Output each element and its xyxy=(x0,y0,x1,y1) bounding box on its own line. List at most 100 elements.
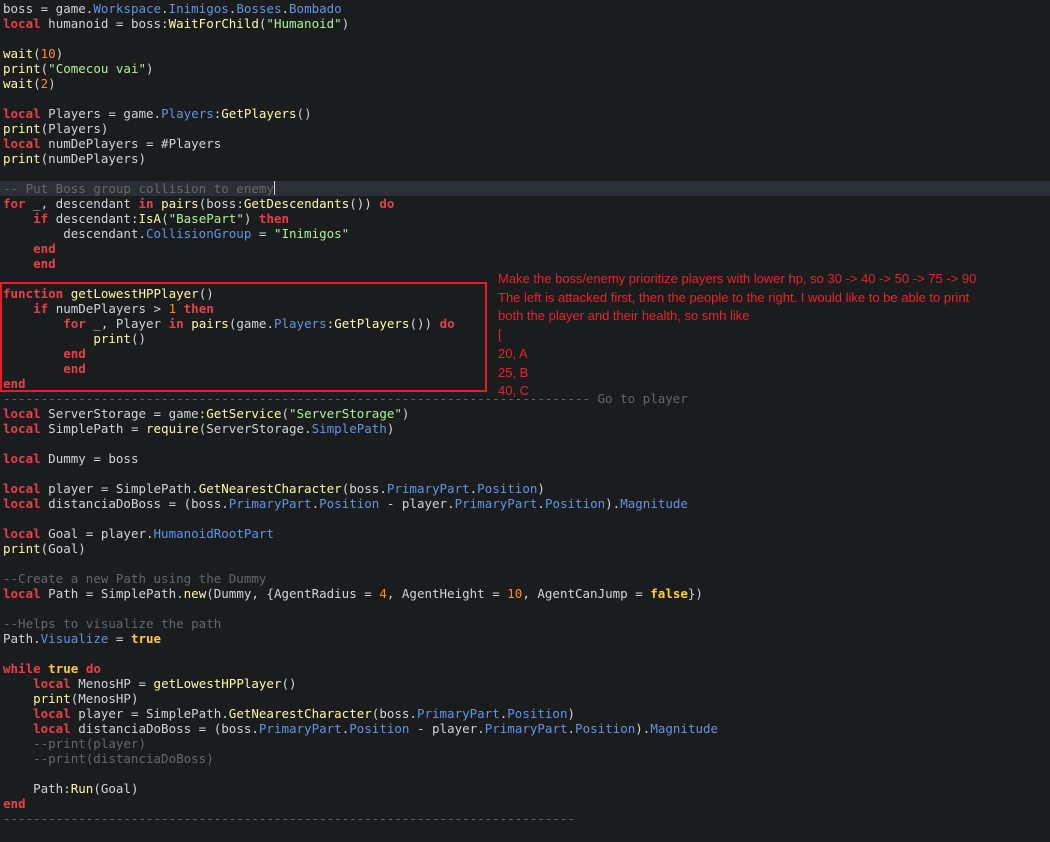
code-line[interactable]: wait(2) xyxy=(3,76,56,91)
code-token: numDePlayers = #Players xyxy=(40,136,222,151)
code-token: (Goal) xyxy=(40,541,86,556)
code-token: , AgentCanJump = xyxy=(522,586,651,601)
code-token: 10 xyxy=(40,46,56,61)
annotation-note: Make the boss/enemy prioritize players w… xyxy=(498,270,1046,401)
code-line[interactable]: descendant.CollisionGroup = "Inimigos" xyxy=(3,226,349,241)
code-token: --print(player) xyxy=(3,736,146,751)
code-token: Visualize xyxy=(40,631,109,646)
code-token: do xyxy=(85,661,101,676)
code-token: player = SimplePath. xyxy=(70,706,229,721)
code-token: Position xyxy=(575,721,636,736)
code-line[interactable]: print(Goal) xyxy=(3,541,86,556)
code-line[interactable]: local player = SimplePath.GetNearestChar… xyxy=(3,481,545,496)
code-token: boss = game. xyxy=(3,1,94,16)
code-token: (Goal) xyxy=(93,781,139,796)
code-token: "Comecou vai" xyxy=(48,61,147,76)
code-token: ). xyxy=(605,496,621,511)
code-line[interactable]: local player = SimplePath.GetNearestChar… xyxy=(3,706,575,721)
code-token: ()) xyxy=(349,196,380,211)
code-line[interactable]: --Helps to visualize the path xyxy=(3,616,221,631)
code-editor[interactable]: boss = game.Workspace.Inimigos.Bosses.Bo… xyxy=(0,0,1050,842)
code-token: ) xyxy=(386,421,395,436)
code-token: ( xyxy=(33,46,41,61)
code-token: . xyxy=(281,1,290,16)
code-token: GetNearestCharacter xyxy=(228,706,372,721)
code-token: descendant: xyxy=(48,211,139,226)
code-token: true xyxy=(130,631,162,646)
code-token: IsA xyxy=(138,211,162,226)
code-line[interactable]: local Players = game.Players:GetPlayers(… xyxy=(3,106,312,121)
code-line[interactable]: local distanciaDoBoss = (boss.PrimaryPar… xyxy=(3,721,718,736)
code-line[interactable]: end xyxy=(3,796,26,811)
code-token: print xyxy=(3,121,41,136)
code-line[interactable]: Path.Visualize = true xyxy=(3,631,161,646)
code-line[interactable]: boss = game.Workspace.Inimigos.Bosses.Bo… xyxy=(3,1,342,16)
code-token: print xyxy=(3,541,41,556)
code-token: PrimaryPart xyxy=(258,721,342,736)
code-token: . xyxy=(537,496,545,511)
code-token: Bosses xyxy=(236,1,282,16)
code-token: PrimaryPart xyxy=(386,481,470,496)
code-token: "Inimigos" xyxy=(273,226,350,241)
code-line[interactable]: ----------------------------------------… xyxy=(3,811,575,826)
code-token: while xyxy=(3,661,41,676)
code-token: Path: xyxy=(3,781,71,796)
code-line[interactable]: local SimplePath = require(ServerStorage… xyxy=(3,421,394,436)
code-line[interactable]: end xyxy=(3,256,56,271)
code-line[interactable]: print(numDePlayers) xyxy=(3,151,146,166)
code-line[interactable]: local Goal = player.HumanoidRootPart xyxy=(3,526,274,541)
annotation-line: 25, B xyxy=(498,364,529,380)
code-line[interactable]: local Dummy = boss xyxy=(3,451,138,466)
code-token: in xyxy=(138,196,154,211)
code-line[interactable]: local MenosHP = getLowestHPPlayer() xyxy=(3,676,296,691)
annotation-line: Make the boss/enemy prioritize players w… xyxy=(498,271,977,286)
code-token: require xyxy=(146,421,199,436)
code-line[interactable]: --print(distanciaDoBoss) xyxy=(3,751,214,766)
code-line[interactable]: local distanciaDoBoss = (boss.PrimaryPar… xyxy=(3,496,688,511)
code-line[interactable]: if descendant:IsA("BasePart") then xyxy=(3,211,289,226)
code-token: end xyxy=(33,256,56,271)
code-token: SimplePath xyxy=(311,421,387,436)
code-line[interactable]: local humanoid = boss:WaitForChild("Huma… xyxy=(3,16,349,31)
code-token: false xyxy=(650,586,688,601)
code-token: do xyxy=(379,196,395,211)
annotation-highlight-box xyxy=(0,282,487,392)
code-line[interactable]: --print(player) xyxy=(3,736,146,751)
code-token: ). xyxy=(635,721,651,736)
code-line[interactable]: wait(10) xyxy=(3,46,63,61)
code-token: 4 xyxy=(379,586,387,601)
code-token: --print(distanciaDoBoss) xyxy=(3,751,214,766)
code-line[interactable]: print(MenosHP) xyxy=(3,691,138,706)
code-token: PrimaryPart xyxy=(454,496,538,511)
code-line[interactable]: Path:Run(Goal) xyxy=(3,781,138,796)
code-line[interactable]: print(Players) xyxy=(3,121,108,136)
code-token: = xyxy=(251,226,274,241)
code-token: - player. xyxy=(409,721,485,736)
code-line[interactable]: local Path = SimplePath.new(Dummy, {Agen… xyxy=(3,586,703,601)
code-token: (boss. xyxy=(371,706,417,721)
code-token: humanoid = boss: xyxy=(40,16,169,31)
code-line[interactable]: --Create a new Path using the Dummy xyxy=(3,571,266,586)
code-token: descendant. xyxy=(3,226,146,241)
code-token: WaitForChild xyxy=(168,16,259,31)
code-token: , AgentHeight = xyxy=(386,586,508,601)
code-token: ) xyxy=(537,481,545,496)
annotation-line: both the player and their health, so smh… xyxy=(498,308,750,324)
code-line[interactable]: while true do xyxy=(3,661,101,676)
code-line[interactable]: print("Comecou vai") xyxy=(3,61,154,76)
code-line[interactable]: -- Put Boss group collision to enemy xyxy=(0,181,1050,196)
code-token: (boss: xyxy=(198,196,244,211)
annotation-line: [ xyxy=(498,327,502,343)
code-line[interactable]: local ServerStorage = game:GetService("S… xyxy=(3,406,409,421)
code-line[interactable]: local numDePlayers = #Players xyxy=(3,136,221,151)
code-line[interactable]: for _, descendant in pairs(boss:GetDesce… xyxy=(3,196,394,211)
code-token: Goal = player. xyxy=(40,526,154,541)
code-token: ( xyxy=(33,76,41,91)
code-token: Bombado xyxy=(289,1,342,16)
code-token: Inimigos xyxy=(168,1,229,16)
code-line[interactable]: end xyxy=(3,241,56,256)
